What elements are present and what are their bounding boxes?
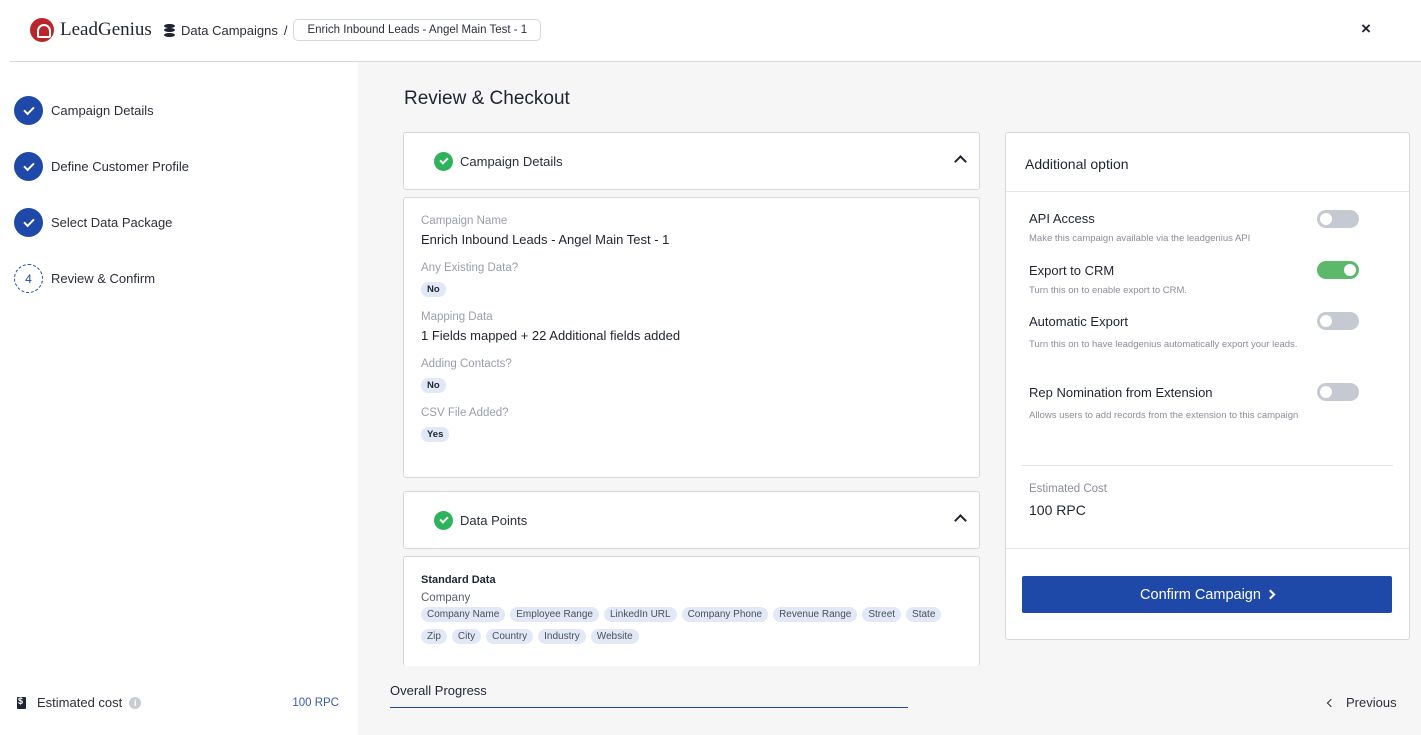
leadgenius-logo-icon: [30, 18, 54, 42]
header: LeadGenius Data Campaigns / Enrich Inbou…: [0, 0, 1421, 62]
campaign-details-panel: Campaign Name Enrich Inbound Leads - Ang…: [403, 197, 980, 478]
breadcrumb-root[interactable]: Data Campaigns: [181, 23, 278, 38]
check-icon: [14, 96, 43, 125]
option-description: Make this campaign available via the lea…: [1029, 233, 1251, 244]
confirm-label: Confirm Campaign: [1140, 586, 1261, 603]
breadcrumb-separator: /: [283, 22, 288, 38]
database-icon: [164, 23, 175, 37]
adding-contacts-badge: No: [421, 378, 446, 393]
additional-options-panel: Additional option API Access Make this c…: [1005, 132, 1410, 640]
chevron-left-icon: [1326, 698, 1336, 707]
step-label: Define Customer Profile: [51, 159, 189, 174]
option-description: Allows users to add records from the ext…: [1029, 410, 1299, 421]
logo[interactable]: LeadGenius: [30, 18, 152, 42]
field-label: Mapping Data: [421, 311, 493, 323]
page-title: Review & Checkout: [404, 88, 570, 109]
estimated-cost-label: Estimated Cost: [1029, 483, 1107, 495]
step-label: Campaign Details: [51, 103, 154, 118]
brand-name: LeadGenius: [60, 19, 152, 40]
data-point-chip: Street: [862, 607, 902, 622]
data-point-chip: State: [906, 607, 942, 622]
automatic-export-toggle[interactable]: [1317, 312, 1359, 330]
breadcrumb: Data Campaigns / Enrich Inbound Leads - …: [164, 19, 542, 41]
info-icon[interactable]: i: [129, 696, 142, 709]
data-points-accordion[interactable]: Data Points: [403, 491, 980, 549]
divider: [1021, 465, 1393, 466]
field-label: Any Existing Data?: [421, 262, 519, 274]
close-button[interactable]: ×: [1358, 20, 1374, 37]
overall-progress: Overall Progress: [390, 683, 908, 708]
step-define-customer-profile[interactable]: Define Customer Profile: [14, 152, 189, 181]
accordion-title: Data Points: [460, 512, 528, 528]
main-content: Review & Checkout Campaign Details Campa…: [358, 62, 1421, 735]
data-point-chip: Website: [590, 629, 639, 644]
accordion-title: Campaign Details: [460, 153, 563, 169]
option-description: Turn this on to enable export to CRM.: [1029, 285, 1188, 296]
sidebar: Campaign Details Define Customer Profile…: [0, 62, 358, 735]
confirm-campaign-button[interactable]: Confirm Campaign: [1022, 576, 1392, 613]
estimated-cost-label: Estimated cost: [37, 695, 123, 710]
csv-file-badge: Yes: [421, 427, 450, 442]
data-point-chip: Revenue Range: [773, 607, 858, 622]
field-label: Adding Contacts?: [421, 358, 512, 370]
step-number: 4: [14, 264, 43, 293]
step-review-confirm[interactable]: 4 Review & Confirm: [14, 264, 155, 293]
check-circle-icon: [434, 510, 453, 530]
options-title: Additional option: [1025, 156, 1129, 172]
data-point-chip: City: [451, 629, 482, 644]
mapping-data-value: 1 Fields mapped + 22 Additional fields a…: [421, 328, 681, 343]
data-point-chip: Zip: [421, 629, 447, 644]
step-select-data-package[interactable]: Select Data Package: [14, 208, 172, 237]
check-icon: [14, 152, 43, 181]
data-point-chip: Company Name: [421, 607, 506, 622]
step-label: Review & Confirm: [51, 271, 156, 286]
step-label: Select Data Package: [51, 215, 173, 230]
export-crm-toggle[interactable]: [1317, 261, 1359, 279]
option-description: Turn this on to have leadgenius automati…: [1029, 339, 1298, 350]
sidebar-estimated-cost: Estimated cost i 100 RPC: [17, 695, 339, 710]
rep-nomination-toggle[interactable]: [1317, 383, 1359, 401]
campaign-details-accordion[interactable]: Campaign Details: [403, 132, 980, 190]
data-point-chip: Industry: [538, 629, 586, 644]
step-campaign-details[interactable]: Campaign Details: [14, 96, 154, 125]
campaign-name-value: Enrich Inbound Leads - Angel Main Test -…: [421, 232, 670, 247]
previous-button[interactable]: Previous: [1326, 695, 1397, 710]
app: LeadGenius Data Campaigns / Enrich Inbou…: [0, 0, 1421, 735]
breadcrumb-current: Enrich Inbound Leads - Angel Main Test -…: [293, 19, 542, 41]
data-group-title: Standard Data: [421, 574, 496, 586]
existing-data-badge: No: [421, 282, 446, 297]
data-point-chips: Company Name Employee Range LinkedIn URL…: [421, 607, 961, 651]
divider: [1006, 191, 1409, 192]
data-point-chip: Company Phone: [681, 607, 769, 622]
estimated-cost-value: 100 RPC: [1029, 502, 1086, 518]
check-circle-icon: [434, 151, 453, 171]
invoice-icon: [17, 696, 26, 709]
data-point-chip: LinkedIn URL: [603, 607, 677, 622]
check-icon: [14, 208, 43, 237]
field-label: Campaign Name: [421, 215, 508, 227]
chevron-right-icon: [1265, 589, 1276, 600]
estimated-cost-value: 100 RPC: [292, 696, 339, 709]
data-point-chip: Country: [486, 629, 534, 644]
data-points-panel: Standard Data Company Company Name Emplo…: [403, 556, 980, 666]
field-label: CSV File Added?: [421, 407, 509, 419]
chevron-up-icon[interactable]: [954, 155, 967, 168]
chevron-up-icon[interactable]: [954, 514, 967, 527]
previous-label: Previous: [1346, 695, 1397, 710]
divider: [1006, 548, 1409, 549]
api-access-toggle[interactable]: [1317, 210, 1359, 228]
data-subgroup-title: Company: [421, 592, 471, 604]
data-point-chip: Employee Range: [510, 607, 599, 622]
